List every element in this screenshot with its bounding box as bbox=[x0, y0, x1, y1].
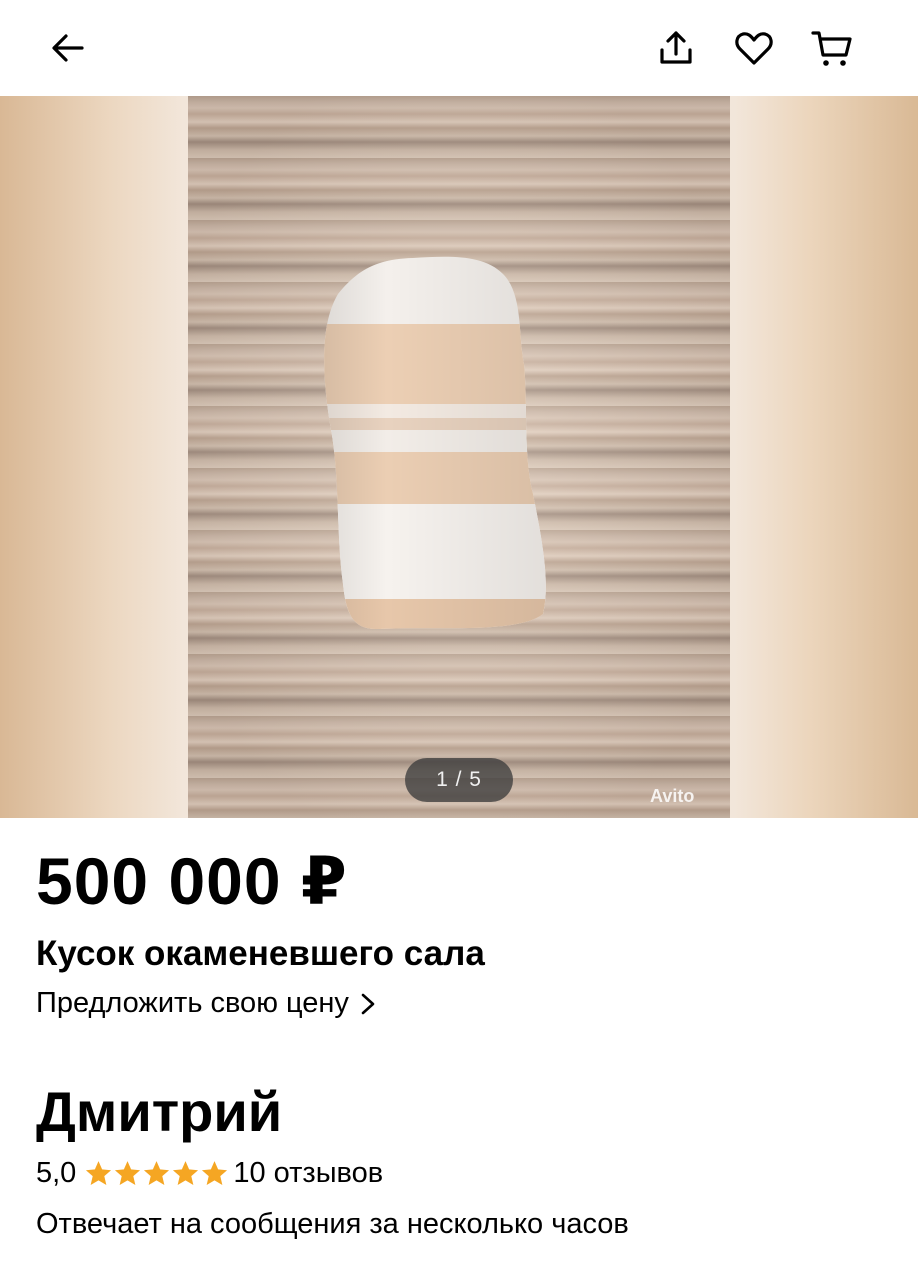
offer-price-link[interactable]: Предложить свою цену bbox=[36, 987, 379, 1020]
back-button[interactable] bbox=[42, 22, 94, 74]
rating-value: 5,0 bbox=[36, 1157, 77, 1189]
rating-stars bbox=[84, 1159, 229, 1188]
listing-title: Кусок окаменевшего сала bbox=[36, 934, 485, 973]
star-icon bbox=[173, 1161, 199, 1185]
share-icon bbox=[660, 31, 692, 64]
watermark-logo: Avito bbox=[650, 786, 695, 806]
star-icon bbox=[115, 1161, 141, 1185]
star-icon bbox=[86, 1161, 112, 1185]
photo-gallery[interactable]: 1 / 5 Avito bbox=[0, 96, 918, 818]
price: 500 000 ₽ bbox=[36, 844, 348, 918]
chevron-right-icon bbox=[361, 993, 375, 1015]
cart-icon bbox=[811, 31, 852, 66]
seller-rating: 5,0 10 отзывов bbox=[36, 1157, 383, 1190]
star-icon bbox=[202, 1161, 228, 1185]
favorite-button[interactable] bbox=[728, 22, 780, 74]
share-button[interactable] bbox=[650, 22, 702, 74]
petrified-fat-image bbox=[324, 256, 546, 630]
arrow-left-icon bbox=[52, 34, 84, 62]
response-time: Отвечает на сообщения за несколько часов bbox=[36, 1208, 629, 1240]
reviews-link[interactable]: 10 отзывов bbox=[233, 1157, 383, 1190]
photo-counter: 1 / 5 bbox=[405, 758, 513, 802]
star-icon bbox=[144, 1161, 170, 1185]
seller-name[interactable]: Дмитрий bbox=[36, 1084, 282, 1140]
cart-button[interactable] bbox=[806, 22, 858, 74]
top-bar bbox=[0, 0, 918, 96]
heart-icon bbox=[735, 32, 773, 65]
offer-price-label: Предложить свою цену bbox=[36, 987, 349, 1019]
